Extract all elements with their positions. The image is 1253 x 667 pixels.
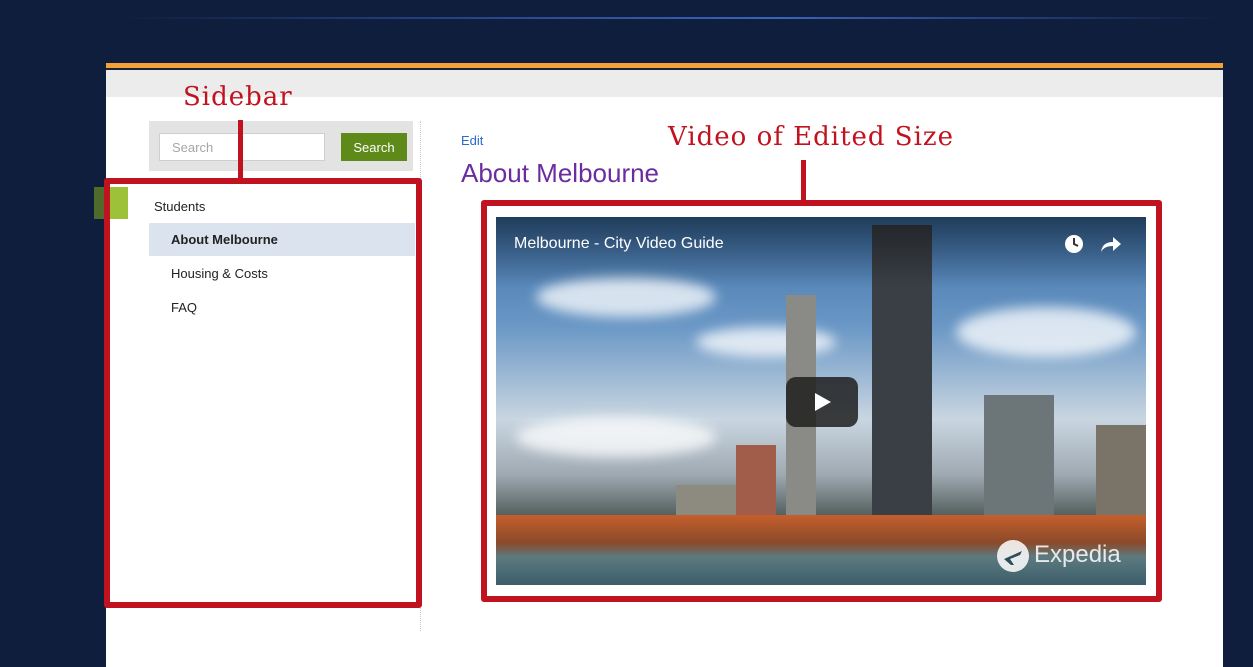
header-glow-line	[120, 17, 1220, 19]
edit-link[interactable]: Edit	[461, 133, 483, 148]
annotation-sidebar-box	[104, 178, 422, 608]
annotation-sidebar-stem	[238, 120, 243, 180]
annotation-video-stem	[801, 160, 806, 202]
page-title: About Melbourne	[461, 158, 660, 188]
search-button[interactable]: Search	[341, 133, 407, 161]
search-box: Search	[149, 121, 413, 171]
annotation-sidebar-label: Sidebar	[183, 82, 293, 112]
annotation-video-label: Video of Edited Size	[668, 122, 955, 152]
annotation-video-box	[481, 200, 1162, 602]
